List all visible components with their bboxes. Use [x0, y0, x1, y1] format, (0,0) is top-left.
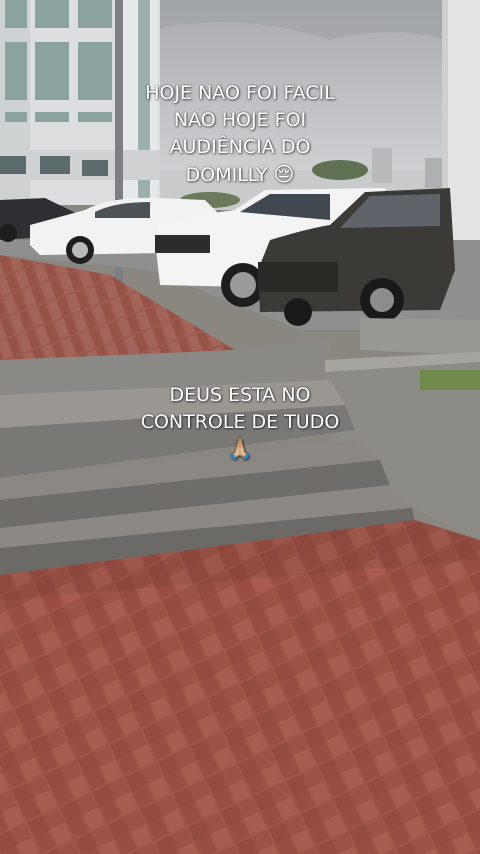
caption-top-line-4: DOMILLY 😔 [0, 161, 480, 189]
caption-bottom-line-1: DEUS ESTA NO [169, 384, 311, 406]
caption-top-line-1: HOJE NAO FOI FACIL [145, 82, 335, 104]
photo-frame: HOJE NAO FOI FACIL NAO HOJE FOI AUDIÊNCI… [0, 0, 480, 854]
folded-hands-emoji: 🙏🏼 [227, 437, 253, 461]
caption-top: HOJE NAO FOI FACIL NAO HOJE FOI AUDIÊNCI… [0, 80, 480, 189]
caption-bottom-line-2: CONTROLE DE TUDO [140, 411, 340, 433]
pensive-face-emoji: 😔 [273, 162, 295, 186]
caption-top-line-4-text: DOMILLY [185, 164, 268, 186]
caption-top-line-3: AUDIÊNCIA DO [169, 136, 311, 158]
caption-bottom: DEUS ESTA NO CONTROLE DE TUDO 🙏🏼 [0, 382, 480, 463]
caption-top-line-2: NAO HOJE FOI [173, 109, 307, 131]
